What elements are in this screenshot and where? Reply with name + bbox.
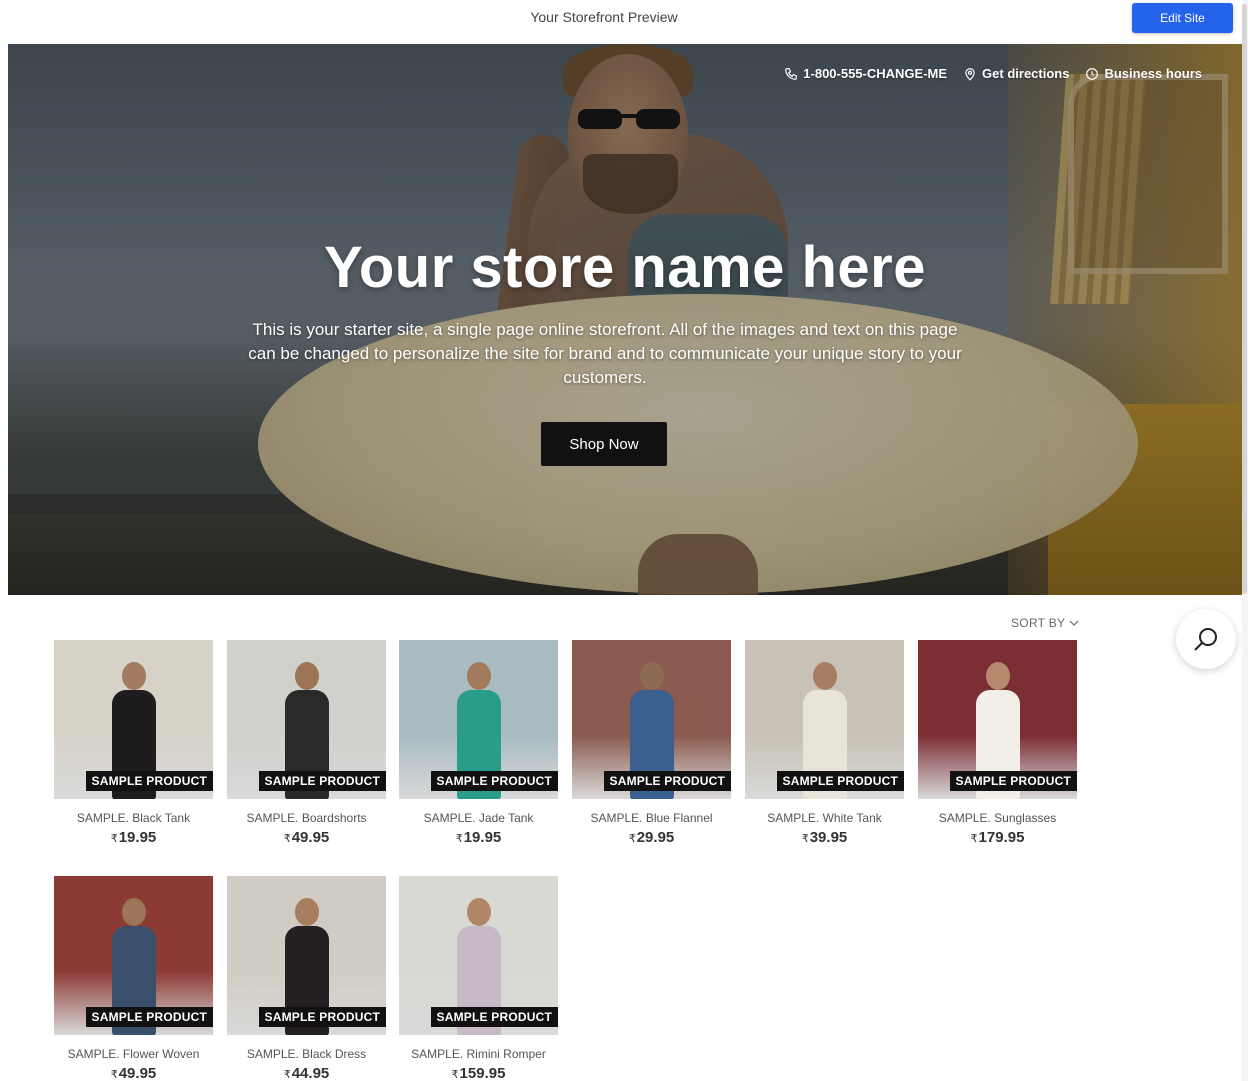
store-description: This is your starter site, a single page… <box>248 320 962 387</box>
sample-product-badge: SAMPLE PRODUCT <box>430 1007 558 1027</box>
product-price: ₹19.95 <box>54 829 213 846</box>
product-image[interactable]: SAMPLE PRODUCT <box>54 640 213 799</box>
product-card[interactable]: SAMPLE PRODUCT SAMPLE. Black Dress ₹44.95 <box>227 876 386 1081</box>
product-model-head <box>813 662 837 690</box>
product-name[interactable]: SAMPLE. Rimini Romper <box>399 1047 558 1061</box>
phone-label: 1-800-555-CHANGE-ME <box>803 66 948 81</box>
product-price: ₹179.95 <box>918 829 1077 846</box>
product-price-value: 159.95 <box>459 1065 506 1081</box>
directions-link[interactable]: Get directions <box>963 66 1069 81</box>
product-name[interactable]: SAMPLE. Blue Flannel <box>572 811 731 825</box>
product-price: ₹49.95 <box>54 1065 213 1081</box>
product-price-value: 49.95 <box>291 829 330 846</box>
directions-label: Get directions <box>982 66 1070 81</box>
product-name[interactable]: SAMPLE. Sunglasses <box>918 811 1077 825</box>
product-card[interactable]: SAMPLE PRODUCT SAMPLE. White Tank ₹39.95 <box>745 640 904 846</box>
product-price: ₹49.95 <box>227 829 386 846</box>
currency-symbol: ₹ <box>110 833 118 845</box>
phone-icon <box>785 67 798 80</box>
phone-link[interactable]: 1-800-555-CHANGE-ME <box>784 66 947 81</box>
sample-product-badge: SAMPLE PRODUCT <box>949 771 1077 791</box>
product-card[interactable]: SAMPLE PRODUCT SAMPLE. Boardshorts ₹49.95 <box>227 640 386 846</box>
product-image[interactable]: SAMPLE PRODUCT <box>54 876 213 1035</box>
hero-banner: 1-800-555-CHANGE-ME Get directions Busin… <box>8 44 1242 595</box>
shop-now-button[interactable]: Shop Now <box>541 422 667 466</box>
product-image[interactable]: SAMPLE PRODUCT <box>572 640 731 799</box>
search-button[interactable] <box>1176 609 1236 669</box>
product-name[interactable]: SAMPLE. Boardshorts <box>227 811 386 825</box>
product-name[interactable]: SAMPLE. Jade Tank <box>399 811 558 825</box>
sample-product-badge: SAMPLE PRODUCT <box>258 1007 386 1027</box>
product-price-value: 19.95 <box>463 829 502 846</box>
product-price-value: 19.95 <box>118 829 157 846</box>
sample-product-badge: SAMPLE PRODUCT <box>776 771 904 791</box>
currency-symbol: ₹ <box>970 833 978 845</box>
product-image[interactable]: SAMPLE PRODUCT <box>745 640 904 799</box>
preview-title: Your Storefront Preview <box>530 9 678 25</box>
product-model-head <box>295 898 319 926</box>
product-card[interactable]: SAMPLE PRODUCT SAMPLE. Black Tank ₹19.95 <box>54 640 213 846</box>
product-model-head <box>295 662 319 690</box>
product-name[interactable]: SAMPLE. White Tank <box>745 811 904 825</box>
product-model-head <box>122 662 146 690</box>
product-price: ₹39.95 <box>745 829 904 846</box>
currency-symbol: ₹ <box>110 1069 118 1081</box>
product-card[interactable]: SAMPLE PRODUCT SAMPLE. Rimini Romper ₹159.… <box>399 876 558 1081</box>
product-model-head <box>467 898 491 926</box>
sample-product-badge: SAMPLE PRODUCT <box>85 771 213 791</box>
product-card[interactable]: SAMPLE PRODUCT SAMPLE. Jade Tank ₹19.95 <box>399 640 558 846</box>
product-image[interactable]: SAMPLE PRODUCT <box>227 876 386 1035</box>
product-price-value: 44.95 <box>291 1065 330 1081</box>
chevron-down-icon <box>1069 620 1079 626</box>
product-price-value: 49.95 <box>118 1065 157 1081</box>
location-pin-icon <box>965 67 975 81</box>
search-icon <box>1194 628 1217 651</box>
currency-symbol: ₹ <box>628 833 636 845</box>
product-price-value: 179.95 <box>978 829 1025 846</box>
product-model-head <box>986 662 1010 690</box>
hero-top-nav: 1-800-555-CHANGE-ME Get directions Busin… <box>784 66 1202 81</box>
product-name[interactable]: SAMPLE. Black Dress <box>227 1047 386 1061</box>
product-name[interactable]: SAMPLE. Black Tank <box>54 811 213 825</box>
sort-by-label: SORT BY <box>1011 616 1066 630</box>
product-price-value: 29.95 <box>636 829 675 846</box>
currency-symbol: ₹ <box>283 833 291 845</box>
product-image[interactable]: SAMPLE PRODUCT <box>399 640 558 799</box>
product-name[interactable]: SAMPLE. Flower Woven <box>54 1047 213 1061</box>
product-price: ₹159.95 <box>399 1065 558 1081</box>
sample-product-badge: SAMPLE PRODUCT <box>85 1007 213 1027</box>
edit-site-button[interactable]: Edit Site <box>1132 3 1233 33</box>
preview-bar: Your Storefront Preview Edit Site <box>0 0 1248 44</box>
currency-symbol: ₹ <box>455 833 463 845</box>
business-hours-label: Business hours <box>1104 66 1202 81</box>
scrollbar-thumb[interactable] <box>1242 4 1247 594</box>
product-model-head <box>122 898 146 926</box>
product-model-head <box>640 662 664 690</box>
sort-by-dropdown[interactable]: SORT BY <box>1011 616 1079 630</box>
clock-icon <box>1086 67 1099 80</box>
currency-symbol: ₹ <box>451 1069 459 1081</box>
product-image[interactable]: SAMPLE PRODUCT <box>918 640 1077 799</box>
currency-symbol: ₹ <box>801 833 809 845</box>
product-price: ₹19.95 <box>399 829 558 846</box>
sample-product-badge: SAMPLE PRODUCT <box>603 771 731 791</box>
product-card[interactable]: SAMPLE PRODUCT SAMPLE. Blue Flannel ₹29.95 <box>572 640 731 846</box>
product-image[interactable]: SAMPLE PRODUCT <box>227 640 386 799</box>
sample-product-badge: SAMPLE PRODUCT <box>430 771 558 791</box>
product-price-value: 39.95 <box>809 829 848 846</box>
sample-product-badge: SAMPLE PRODUCT <box>258 771 386 791</box>
product-card[interactable]: SAMPLE PRODUCT SAMPLE. Flower Woven ₹49.95 <box>54 876 213 1081</box>
product-model-head <box>467 662 491 690</box>
product-image[interactable]: SAMPLE PRODUCT <box>399 876 558 1035</box>
business-hours-link[interactable]: Business hours <box>1085 66 1202 81</box>
currency-symbol: ₹ <box>283 1069 291 1081</box>
store-name-title: Your store name here <box>323 235 926 300</box>
product-price: ₹29.95 <box>572 829 731 846</box>
product-card[interactable]: SAMPLE PRODUCT SAMPLE. Sunglasses ₹179.95 <box>918 640 1077 846</box>
product-price: ₹44.95 <box>227 1065 386 1081</box>
